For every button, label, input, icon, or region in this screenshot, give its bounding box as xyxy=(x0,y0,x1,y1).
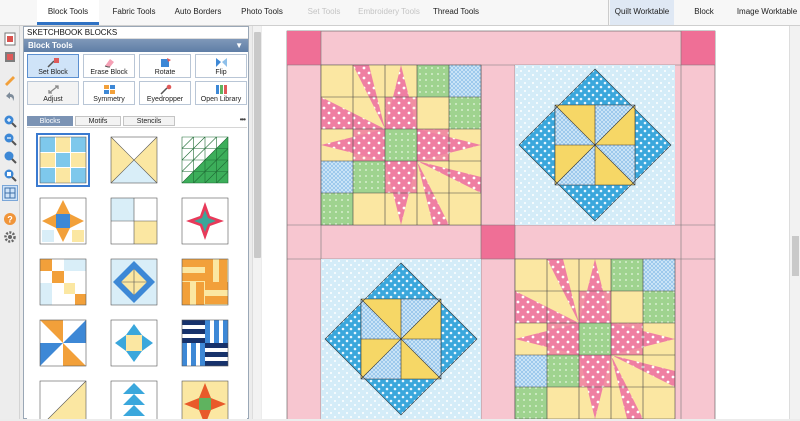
block-thumbnail[interactable] xyxy=(107,316,161,370)
tab-blocks[interactable]: Blocks xyxy=(27,116,73,126)
section-title: Block Tools xyxy=(28,41,73,50)
eyedropper-label: Eyedropper xyxy=(146,96,184,103)
tab-thread-tools[interactable]: Thread Tools xyxy=(428,0,484,25)
tab-set-tools: Set Tools xyxy=(307,7,341,16)
tab-block-tools[interactable]: Block Tools xyxy=(37,0,99,25)
quilt-layout[interactable] xyxy=(262,26,789,421)
block-thumbnail-grid xyxy=(27,127,247,419)
symmetry-button[interactable]: Symmetry xyxy=(83,81,135,105)
block-thumbnail[interactable] xyxy=(178,316,232,370)
rotate-button[interactable]: Rotate xyxy=(139,54,191,78)
undo-icon[interactable] xyxy=(3,90,17,104)
erase-block-button[interactable]: Erase Block xyxy=(83,54,135,78)
open-library-button[interactable]: Open Library xyxy=(195,81,247,105)
set-block-label: Set Block xyxy=(38,69,68,76)
block-worktable-button[interactable]: Block Worktable xyxy=(676,0,732,40)
block-thumbnail[interactable] xyxy=(36,194,90,248)
set-block-button[interactable]: Set Block xyxy=(27,54,79,78)
sketchbook-icon[interactable] xyxy=(3,50,17,64)
ribbon-divider xyxy=(608,0,609,25)
erase-block-label: Erase Block xyxy=(90,69,128,76)
palette-scroll-thumb[interactable] xyxy=(254,32,261,258)
adjust-label: Adjust xyxy=(43,96,63,103)
left-toolbar: ? xyxy=(0,26,20,419)
set-block-icon xyxy=(47,58,59,68)
block-thumbnail[interactable] xyxy=(36,255,90,309)
adjust-button[interactable]: Adjust xyxy=(27,81,79,105)
erase-block-icon xyxy=(104,59,114,68)
block-tools-section-header[interactable]: Block Tools ▼ xyxy=(24,39,248,52)
tool-button-grid: Set Block Erase Block Rotate Flip Adjust… xyxy=(24,52,248,105)
tab-fabric-tools[interactable]: Fabric Tools xyxy=(108,0,160,25)
eyedropper-icon xyxy=(160,84,172,95)
help-icon[interactable]: ? xyxy=(3,212,17,226)
zoom-out-icon[interactable] xyxy=(3,132,17,146)
eyedropper-button[interactable]: Eyedropper xyxy=(139,81,191,105)
flip-button[interactable]: Flip xyxy=(195,54,247,78)
library-tabs: Blocks Motifs Stencils ••• xyxy=(27,115,247,126)
flip-label: Flip xyxy=(215,69,227,76)
settings-icon[interactable] xyxy=(3,230,17,244)
symmetry-label: Symmetry xyxy=(93,96,125,103)
rotate-icon xyxy=(161,58,171,67)
worktable-scroll-thumb[interactable] xyxy=(792,236,799,276)
svg-text:?: ? xyxy=(7,215,13,225)
ribbon: Block Tools Fabric Tools Auto Borders Ph… xyxy=(0,0,800,40)
palette-title: SKETCHBOOK BLOCKS xyxy=(24,27,248,39)
zoom-area-icon[interactable] xyxy=(3,168,17,182)
block-thumbnail[interactable] xyxy=(107,255,161,309)
symmetry-icon xyxy=(104,85,115,94)
block-thumbnail[interactable] xyxy=(107,133,161,187)
zoom-fit-icon[interactable] xyxy=(3,150,17,164)
sketchbook-palette: SKETCHBOOK BLOCKS Block Tools ▼ Set Block… xyxy=(23,26,249,419)
quilt-worktable-button[interactable]: Quilt Worktable xyxy=(610,0,674,25)
collapse-icon[interactable]: ▼ xyxy=(235,39,243,52)
block-thumbnail[interactable] xyxy=(178,133,232,187)
block-thumbnail[interactable] xyxy=(178,377,232,419)
tab-stencils[interactable]: Stencils xyxy=(123,116,175,126)
block-thumbnail[interactable] xyxy=(178,194,232,248)
tab-motifs[interactable]: Motifs xyxy=(75,116,121,126)
open-library-label: Open Library xyxy=(200,96,242,103)
more-options-icon[interactable]: ••• xyxy=(240,115,246,124)
block-thumbnail[interactable] xyxy=(178,255,232,309)
tab-embroidery-tools: Embroidery Tools xyxy=(358,7,420,16)
rotate-label: Rotate xyxy=(154,69,176,76)
flip-icon xyxy=(216,58,227,67)
adjust-icon xyxy=(48,85,59,94)
block-thumbnail[interactable] xyxy=(36,133,90,187)
grid-icon[interactable] xyxy=(2,185,18,201)
quilt-worktable-canvas[interactable] xyxy=(262,26,789,421)
tab-photo-tools[interactable]: Photo Tools xyxy=(236,0,288,25)
block-thumbnail[interactable] xyxy=(107,377,161,419)
open-library-icon xyxy=(216,85,227,94)
block-thumbnail[interactable] xyxy=(107,194,161,248)
palette-scrollbar[interactable] xyxy=(252,26,261,419)
tab-auto-borders[interactable]: Auto Borders xyxy=(172,0,224,25)
pencil-icon[interactable] xyxy=(3,72,17,86)
block-thumbnail[interactable] xyxy=(36,316,90,370)
image-worktable-button[interactable]: Image Worktable xyxy=(736,0,798,25)
file-icon[interactable] xyxy=(3,32,17,46)
zoom-in-icon[interactable] xyxy=(3,114,17,128)
worktable-scrollbar[interactable] xyxy=(789,26,800,419)
block-thumbnail[interactable] xyxy=(36,377,90,419)
